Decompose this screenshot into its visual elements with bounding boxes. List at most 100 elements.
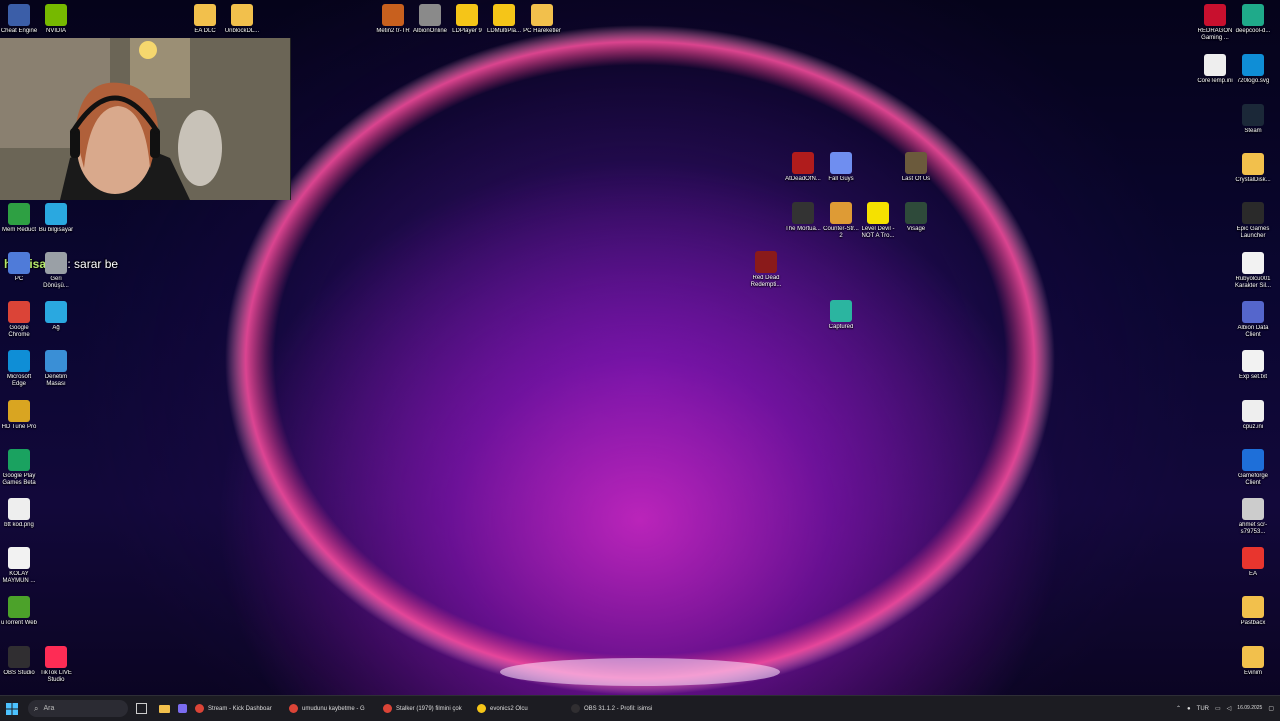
desktop-icon[interactable]: PC Hareketler	[523, 4, 561, 35]
desktop-icon[interactable]: The Mortua...	[784, 202, 822, 233]
desktop-icon[interactable]: Denetim Masası	[37, 350, 75, 388]
desktop-icon-label: CoreTemp.ini	[1197, 78, 1233, 84]
albion-data-icon	[1242, 301, 1264, 323]
desktop-icon-label: uTorrent Web	[1, 620, 37, 626]
ldmultiplayer-icon	[493, 4, 515, 26]
desktop-icon[interactable]: CrystalDisk...	[1234, 153, 1272, 184]
taskbar: ⌕ Ara Stream - Kick Dashboar umudunu kayb…	[0, 695, 1280, 721]
desktop-icon[interactable]: Exp set.txt	[1234, 350, 1272, 381]
desktop-icon-label: Red Dead Redempti...	[750, 275, 782, 288]
mortuary-icon	[792, 202, 814, 224]
obs-icon	[571, 704, 580, 713]
notification-icon[interactable]: ▢	[1268, 705, 1274, 712]
start-button[interactable]	[0, 698, 24, 719]
desktop-icon-label: The Mortua...	[785, 226, 821, 232]
taskbar-app-button[interactable]: evonics2 Olcu	[473, 698, 567, 719]
desktop-icon[interactable]: Microsoft Edge	[0, 350, 38, 388]
desktop-icon-label: cpuz.ini	[1242, 424, 1264, 430]
chevron-up-icon[interactable]: ⌃	[1176, 705, 1181, 712]
chrome-icon	[289, 704, 298, 713]
at-dead-of-night-icon	[792, 152, 814, 174]
desktop-icon[interactable]: HD Tune Pro	[0, 400, 38, 431]
desktop-icon[interactable]: OBS Studio	[0, 646, 38, 677]
taskbar-app-button[interactable]: OBS 31.1.2 - Profil: isimsi	[567, 698, 661, 719]
image-file-icon	[1242, 498, 1264, 520]
desktop-icon[interactable]: LDPlayer 9	[448, 4, 486, 35]
desktop-icon[interactable]: ahmet scr-s79753...	[1234, 498, 1272, 536]
task-view-button[interactable]	[128, 698, 155, 719]
clock[interactable]: 16.09.2025	[1237, 705, 1262, 712]
desktop-icon-label: Counter-Str... 2	[823, 226, 859, 239]
chrome-icon	[195, 704, 204, 713]
desktop-icon[interactable]: Cheat Engine	[0, 4, 38, 35]
desktop-icon[interactable]: AtDeadOfN...	[784, 152, 822, 183]
desktop-icon[interactable]: REDRAGON Gaming ...	[1196, 4, 1234, 42]
desktop-icon[interactable]: LDMultiPla...	[485, 4, 523, 35]
language-indicator[interactable]: TUR	[1197, 706, 1209, 712]
desktop-icon-label: Fall Guys	[828, 176, 854, 182]
desktop-icon[interactable]: cpuz.ini	[1234, 400, 1272, 431]
network-icon[interactable]: ▭	[1215, 705, 1221, 712]
desktop-icon[interactable]: PC	[0, 252, 38, 283]
desktop-icon[interactable]: Geri Dönüşü...	[37, 252, 75, 290]
file-explorer-button[interactable]	[155, 698, 174, 719]
desktop-icon[interactable]: Metin2 tr-TR	[374, 4, 412, 35]
desktop-icon[interactable]: NVIDIA	[37, 4, 75, 35]
desktop-icon[interactable]: deepcool-d...	[1234, 4, 1272, 35]
desktop-icon[interactable]: Captured	[822, 300, 860, 331]
desktop-icon[interactable]: Bu bilgisayar	[37, 203, 75, 234]
desktop-icon[interactable]: Visage	[897, 202, 935, 233]
folder-icon	[1242, 596, 1264, 618]
desktop-icon[interactable]: KOLAY MAYMUN ...	[0, 547, 38, 585]
desktop-icon-label: Geri Dönüşü...	[43, 276, 69, 289]
desktop-icon[interactable]: Gameforge Client	[1234, 449, 1272, 487]
desktop-icon[interactable]: Google Play Games Beta	[0, 449, 38, 487]
pinned-app-button[interactable]	[174, 698, 191, 719]
desktop-icon[interactable]: Fall Guys	[822, 152, 860, 183]
desktop-icon[interactable]: UnblockDL...	[223, 4, 261, 35]
desktop-icon[interactable]: Rubyolcu001 Karakter Sil...	[1234, 252, 1272, 290]
chrome-icon	[383, 704, 392, 713]
desktop-icon-label: Denetim Masası	[44, 374, 68, 387]
desktop-icon[interactable]: Pastbacx	[1234, 596, 1272, 627]
folder-icon	[531, 4, 553, 26]
task-view-icon	[136, 703, 147, 714]
desktop-icon[interactable]: Albion Data Client	[1234, 301, 1272, 339]
steam-icon	[1242, 104, 1264, 126]
desktop-icon-label: OBS Studio	[3, 670, 35, 676]
volume-icon[interactable]: ◁	[1227, 705, 1232, 712]
desktop-icon[interactable]: 720logo.svg	[1234, 54, 1272, 85]
desktop-icon-label: PC Hareketler	[523, 28, 561, 34]
search-icon: ⌕	[34, 703, 39, 713]
desktop-icon[interactable]: AlbionOnline	[411, 4, 449, 35]
visage-icon	[905, 202, 927, 224]
taskbar-app-button[interactable]: Stream - Kick Dashboar	[191, 698, 285, 719]
deepcool-icon	[1242, 4, 1264, 26]
desktop-icon-label: Level Devil - NOT A Tro...	[861, 226, 895, 239]
taskbar-app-button[interactable]: Stalker (1979) filmini çok	[379, 698, 473, 719]
network-icon	[45, 301, 67, 323]
desktop-icon-label: Bu bilgisayar	[38, 227, 74, 233]
desktop-icon[interactable]: Level Devil - NOT A Tro...	[859, 202, 897, 240]
desktop-icon[interactable]: Ağ	[37, 301, 75, 332]
microphone-icon[interactable]: ●	[1187, 706, 1191, 712]
desktop-icon[interactable]: EA DLC	[186, 4, 224, 35]
desktop-icon[interactable]: EA	[1234, 547, 1272, 578]
taskbar-search[interactable]: ⌕ Ara	[28, 700, 128, 717]
taskbar-app-button[interactable]: umudunu kaybetme - G	[285, 698, 379, 719]
desktop-icon[interactable]: TikTok LIVE Studio	[37, 646, 75, 684]
desktop-icon[interactable]: CoreTemp.ini	[1196, 54, 1234, 85]
desktop-icon[interactable]: btt kod.png	[0, 498, 38, 529]
desktop-icon[interactable]: Google Chrome	[0, 301, 38, 339]
desktop-icon[interactable]: uTorrent Web	[0, 596, 38, 627]
desktop-icon[interactable]: Mem Reduct	[0, 203, 38, 234]
desktop-icon[interactable]: Red Dead Redempti...	[747, 251, 785, 289]
albion-icon	[419, 4, 441, 26]
desktop-icon[interactable]: Epic Games Launcher	[1234, 202, 1272, 240]
desktop-icon[interactable]: Counter-Str... 2	[822, 202, 860, 240]
desktop-icon[interactable]: Evinim	[1234, 646, 1272, 677]
desktop-icon[interactable]: Steam	[1234, 104, 1272, 135]
gameforge-icon	[1242, 449, 1264, 471]
desktop-icon[interactable]: Last Of Us	[897, 152, 935, 183]
desktop-icon-label: NVIDIA	[45, 28, 66, 34]
